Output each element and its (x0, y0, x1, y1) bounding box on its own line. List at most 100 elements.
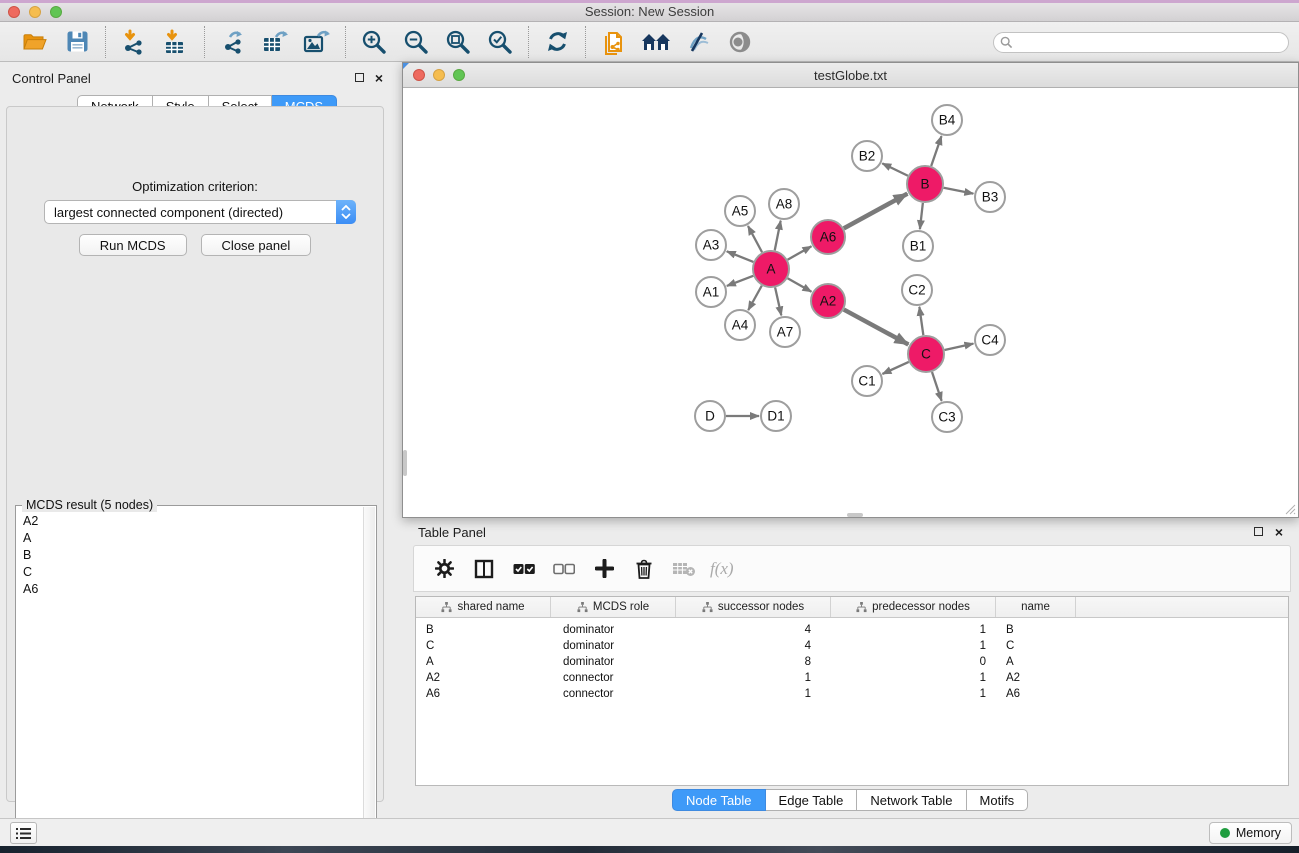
graph-node-A2[interactable] (811, 284, 845, 318)
tab-motifs[interactable]: Motifs (967, 789, 1029, 811)
close-panel-icon[interactable]: × (375, 73, 383, 83)
float-table-panel-icon[interactable] (1254, 527, 1263, 536)
cell-shared-name[interactable]: A2 (416, 672, 551, 684)
select-all-button[interactable] (506, 551, 542, 587)
graph-node-C1[interactable] (852, 366, 882, 396)
graph-node-B2[interactable] (852, 141, 882, 171)
graph-node-A5[interactable] (725, 196, 755, 226)
graph-edge-B-B1[interactable] (920, 203, 923, 229)
tab-node-table[interactable]: Node Table (672, 789, 766, 811)
clone-network-button[interactable] (593, 25, 635, 59)
graph-node-B3[interactable] (975, 182, 1005, 212)
show-columns-button[interactable] (466, 551, 502, 587)
tab-network-table[interactable]: Network Table (857, 789, 966, 811)
graph-node-A6[interactable] (811, 220, 845, 254)
graph-edge-B-B4[interactable] (931, 136, 941, 166)
delete-column-button[interactable] (626, 551, 662, 587)
result-list-item[interactable]: A (17, 529, 362, 546)
cell-mcds-role[interactable]: dominator (551, 624, 676, 636)
graph-node-B1[interactable] (903, 231, 933, 261)
cell-predecessor-nodes[interactable]: 0 (831, 656, 996, 668)
cell-mcds-role[interactable]: connector (551, 688, 676, 700)
open-file-button[interactable] (14, 25, 56, 59)
graph-edge-A2-C[interactable] (844, 310, 909, 345)
graph-edge-A-A7[interactable] (775, 288, 781, 316)
graph-edge-A-A2[interactable] (788, 278, 812, 291)
tab-edge-table[interactable]: Edge Table (766, 789, 858, 811)
result-list-item[interactable]: A2 (17, 512, 362, 529)
criterion-select[interactable]: largest connected component (directed) (44, 200, 356, 224)
column-header-predecessor-nodes[interactable]: predecessor nodes (831, 597, 996, 617)
save-session-button[interactable] (56, 25, 98, 59)
table-row[interactable]: A dominator 8 0 A (416, 654, 1288, 670)
cell-successor-nodes[interactable]: 4 (676, 624, 831, 636)
result-scrollbar[interactable] (363, 507, 375, 834)
graph-edge-A6-B[interactable] (844, 194, 908, 229)
table-settings-button[interactable] (426, 551, 462, 587)
cell-successor-nodes[interactable]: 1 (676, 672, 831, 684)
hide-details-button[interactable] (677, 25, 719, 59)
float-panel-icon[interactable] (355, 73, 364, 82)
zoom-fit-button[interactable] (437, 25, 479, 59)
graph-edge-A-A3[interactable] (727, 251, 754, 262)
result-list-item[interactable]: C (17, 563, 362, 580)
graph-node-D[interactable] (695, 401, 725, 431)
cell-predecessor-nodes[interactable]: 1 (831, 624, 996, 636)
graph-edge-C-C2[interactable] (919, 307, 923, 335)
cell-predecessor-nodes[interactable]: 1 (831, 672, 996, 684)
search-input[interactable] (993, 32, 1289, 53)
cell-predecessor-nodes[interactable]: 1 (831, 688, 996, 700)
export-image-button[interactable] (296, 25, 338, 59)
cell-mcds-role[interactable]: dominator (551, 656, 676, 668)
canvas-vertical-scrollbar[interactable] (403, 450, 407, 476)
run-mcds-button[interactable]: Run MCDS (79, 234, 187, 256)
graph-edge-B-B3[interactable] (944, 188, 974, 194)
graph-node-A8[interactable] (769, 189, 799, 219)
cell-shared-name[interactable]: A (416, 656, 551, 668)
graph-edge-A-A4[interactable] (748, 286, 762, 311)
column-header-name[interactable]: name (996, 597, 1076, 617)
zoom-selected-button[interactable] (479, 25, 521, 59)
genemania-button[interactable] (635, 25, 677, 59)
deselect-all-button[interactable] (546, 551, 582, 587)
function-builder-button[interactable]: f(x) (710, 559, 734, 579)
graph-edge-C-C4[interactable] (945, 344, 974, 350)
table-row[interactable]: C dominator 4 1 C (416, 638, 1288, 654)
import-table-button[interactable] (155, 25, 197, 59)
cell-name[interactable]: A6 (996, 688, 1076, 700)
export-table-button[interactable] (254, 25, 296, 59)
graph-node-A4[interactable] (725, 310, 755, 340)
delete-table-button[interactable] (666, 551, 702, 587)
import-network-button[interactable] (113, 25, 155, 59)
export-network-button[interactable] (212, 25, 254, 59)
graph-edge-C-C1[interactable] (882, 362, 908, 374)
column-header-shared-name[interactable]: shared name (416, 597, 551, 617)
result-list-item[interactable]: B (17, 546, 362, 563)
show-panels-button[interactable] (10, 822, 37, 844)
cell-name[interactable]: C (996, 640, 1076, 652)
graph-edge-A-A8[interactable] (775, 221, 781, 251)
cell-shared-name[interactable]: B (416, 624, 551, 636)
close-table-panel-icon[interactable]: × (1275, 527, 1283, 537)
graph-node-C3[interactable] (932, 402, 962, 432)
cell-name[interactable]: B (996, 624, 1076, 636)
result-list-item[interactable]: A6 (17, 580, 362, 597)
zoom-in-button[interactable] (353, 25, 395, 59)
close-panel-button[interactable]: Close panel (201, 234, 312, 256)
canvas-horizontal-scrollbar[interactable] (847, 513, 863, 517)
refresh-button[interactable] (536, 25, 578, 59)
graph-edge-B-B2[interactable] (882, 163, 908, 175)
cell-successor-nodes[interactable]: 4 (676, 640, 831, 652)
table-row[interactable]: A2 connector 1 1 A2 (416, 670, 1288, 686)
table-row[interactable]: A6 connector 1 1 A6 (416, 686, 1288, 702)
graph-node-C2[interactable] (902, 275, 932, 305)
graph-node-C4[interactable] (975, 325, 1005, 355)
resize-grip-icon[interactable] (1283, 502, 1296, 515)
graph-edge-C-C3[interactable] (932, 372, 942, 401)
cell-name[interactable]: A2 (996, 672, 1076, 684)
cell-shared-name[interactable]: A6 (416, 688, 551, 700)
table-row[interactable]: B dominator 4 1 B (416, 622, 1288, 638)
cell-mcds-role[interactable]: dominator (551, 640, 676, 652)
column-header-successor-nodes[interactable]: successor nodes (676, 597, 831, 617)
create-column-button[interactable] (586, 551, 622, 587)
